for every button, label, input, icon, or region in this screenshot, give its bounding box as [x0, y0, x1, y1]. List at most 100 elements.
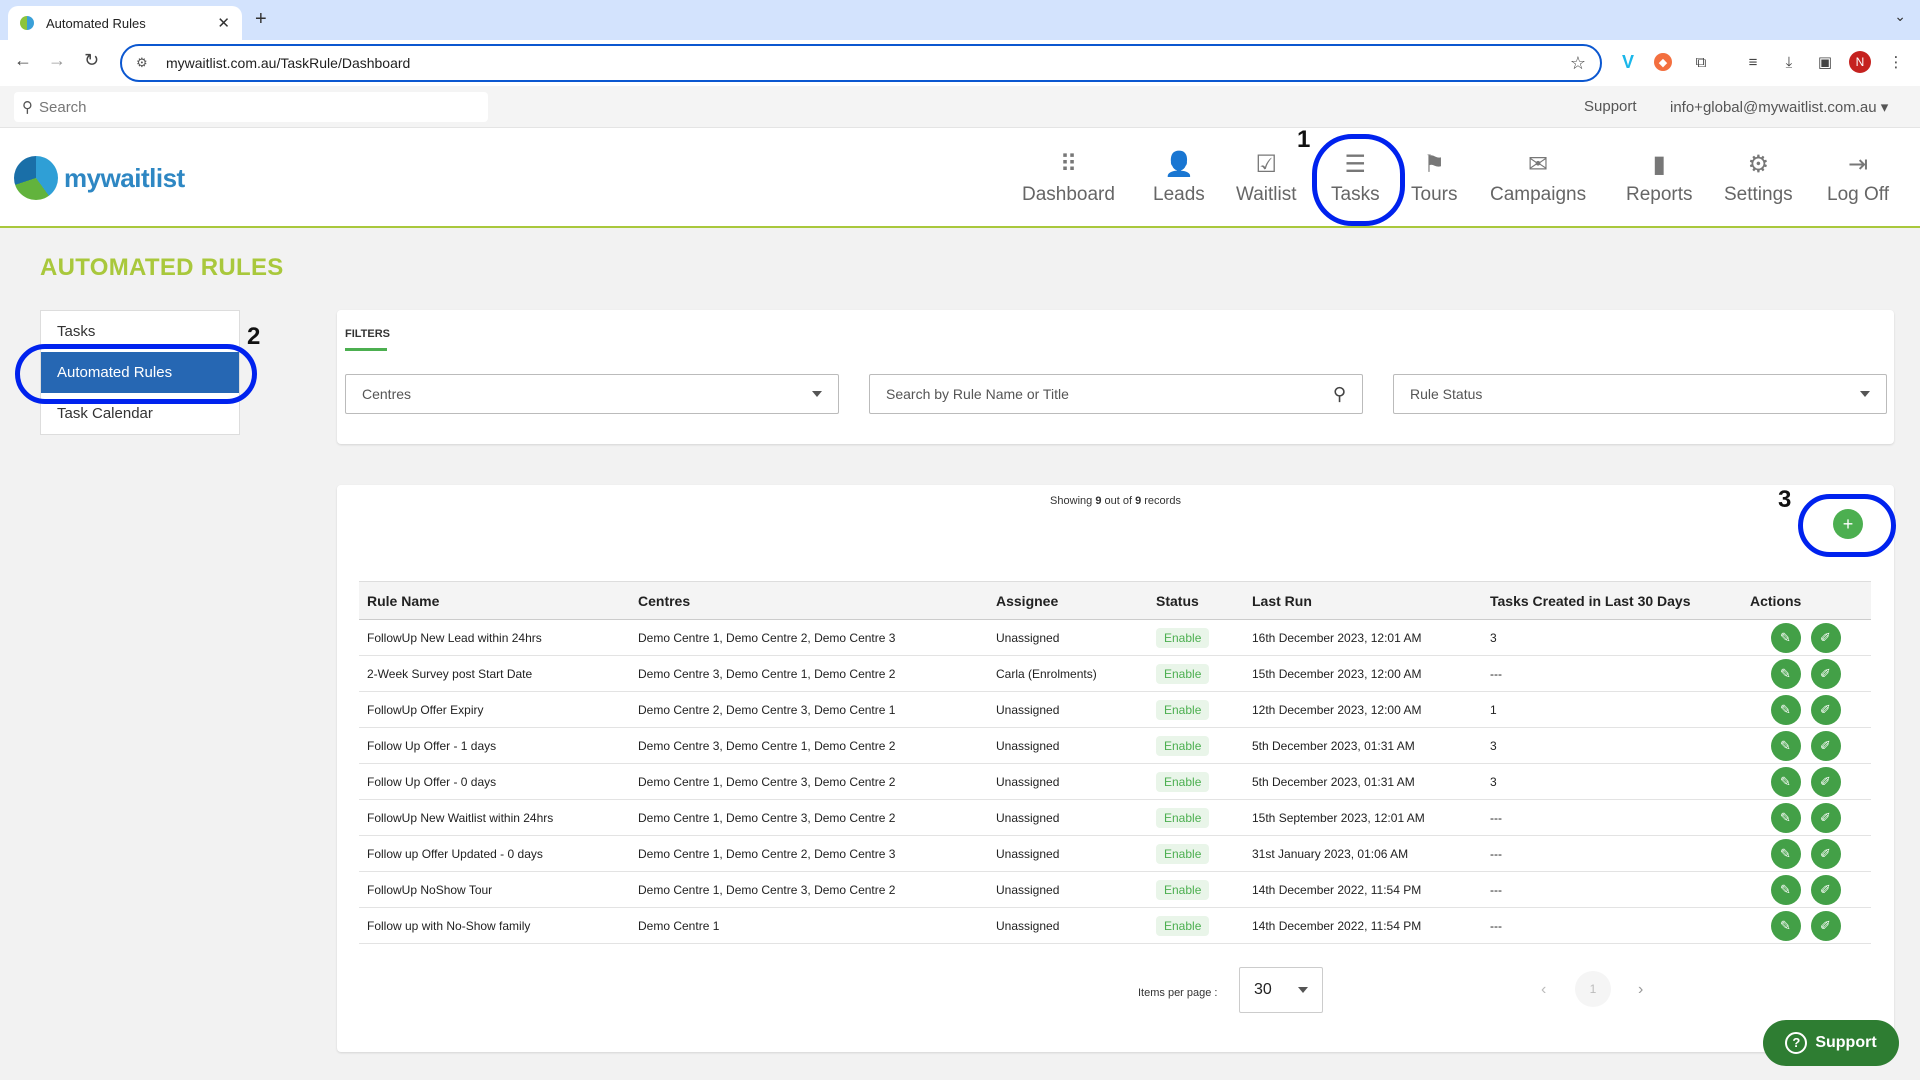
column-header-centres[interactable]: Centres	[630, 581, 988, 620]
view-rule-icon[interactable]: ✎	[1770, 802, 1801, 833]
edit-rule-icon[interactable]: ✐	[1810, 802, 1841, 833]
view-rule-icon[interactable]: ✎	[1770, 910, 1801, 941]
close-tab-icon[interactable]: ✕	[217, 14, 230, 32]
nav-logoff[interactable]: ⇥ Log Off	[1827, 150, 1889, 206]
chevron-down-icon	[812, 391, 822, 397]
edit-rule-icon[interactable]: ✐	[1810, 730, 1841, 761]
table-header-row: Rule Name Centres Assignee Status Last R…	[359, 581, 1871, 620]
nav-dashboard[interactable]: ⠿ Dashboard	[1022, 150, 1115, 206]
edit-rule-icon[interactable]: ✐	[1810, 766, 1841, 797]
grid-icon: ⠿	[1059, 151, 1078, 178]
status-badge: Enable	[1156, 915, 1210, 936]
extensions-puzzle-icon[interactable]: ⧉	[1690, 51, 1712, 73]
view-rule-icon[interactable]: ✎	[1770, 874, 1801, 905]
centres-select[interactable]: Centres	[345, 374, 839, 414]
items-per-page-value: 30	[1254, 981, 1272, 998]
edit-rule-icon[interactable]: ✐	[1810, 838, 1841, 869]
cell-status: Enable	[1148, 727, 1244, 764]
table-row[interactable]: FollowUp New Lead within 24hrs Demo Centr…	[359, 619, 1871, 656]
current-page-button[interactable]: 1	[1575, 971, 1611, 1007]
items-per-page-select[interactable]: 30	[1239, 967, 1323, 1013]
column-header-tasks-created[interactable]: Tasks Created in Last 30 Days	[1482, 581, 1750, 620]
cell-assignee: Unassigned	[988, 835, 1148, 872]
column-header-status[interactable]: Status	[1148, 581, 1244, 620]
cell-assignee: Unassigned	[988, 799, 1148, 836]
cell-tasks-created: 3	[1482, 763, 1750, 800]
nav-leads-label: Leads	[1153, 184, 1205, 205]
table-row[interactable]: Follow Up Offer - 0 days Demo Centre 1, D…	[359, 763, 1871, 800]
profile-avatar[interactable]: N	[1849, 51, 1871, 73]
cell-last-run: 14th December 2022, 11:54 PM	[1244, 907, 1482, 944]
edit-rule-icon[interactable]: ✐	[1810, 874, 1841, 905]
support-link[interactable]: Support	[1584, 98, 1637, 115]
table-row[interactable]: 2-Week Survey post Start Date Demo Centre…	[359, 655, 1871, 692]
edit-rule-icon[interactable]: ✐	[1810, 658, 1841, 689]
table-row[interactable]: FollowUp New Waitlist within 24hrs Demo C…	[359, 799, 1871, 836]
edit-rule-icon[interactable]: ✐	[1810, 694, 1841, 725]
nav-reports[interactable]: ▮ Reports	[1626, 150, 1693, 206]
view-rule-icon[interactable]: ✎	[1770, 694, 1801, 725]
orange-extension-icon[interactable]: ◆	[1654, 53, 1672, 71]
account-menu[interactable]: info+global@mywaitlist.com.au ▾	[1670, 98, 1888, 116]
cell-last-run: 12th December 2023, 12:00 AM	[1244, 691, 1482, 728]
annotation-ring-tasks	[1312, 134, 1405, 226]
table-row[interactable]: Follow up Offer Updated - 0 days Demo Cen…	[359, 835, 1871, 872]
nav-waitlist-label: Waitlist	[1236, 184, 1297, 205]
view-rule-icon[interactable]: ✎	[1770, 622, 1801, 653]
cell-rule-name: Follow up Offer Updated - 0 days	[359, 835, 630, 872]
address-bar[interactable]: ⚙ mywaitlist.com.au/TaskRule/Dashboard ☆	[120, 44, 1602, 82]
vimeo-extension-icon[interactable]: V	[1617, 51, 1639, 73]
reload-icon[interactable]: ↻	[84, 50, 99, 71]
annotation-ring-automated-rules	[15, 344, 257, 404]
edit-rule-icon[interactable]: ✐	[1810, 622, 1841, 653]
nav-leads[interactable]: 👤 Leads	[1153, 150, 1205, 206]
column-header-rule-name[interactable]: Rule Name	[359, 581, 630, 620]
nav-waitlist[interactable]: ☑ Waitlist	[1236, 150, 1297, 206]
side-panel-icon[interactable]: ▣	[1814, 51, 1836, 73]
back-icon[interactable]: ←	[14, 50, 32, 71]
view-rule-icon[interactable]: ✎	[1770, 838, 1801, 869]
table-row[interactable]: Follow up with No-Show family Demo Centre…	[359, 907, 1871, 944]
browser-menu-icon[interactable]: ⋮	[1885, 51, 1907, 73]
logo[interactable]: mywaitlist	[14, 156, 185, 200]
view-rule-icon[interactable]: ✎	[1770, 658, 1801, 689]
column-header-assignee[interactable]: Assignee	[988, 581, 1148, 620]
table-row[interactable]: Follow Up Offer - 1 days Demo Centre 3, D…	[359, 727, 1871, 764]
tab-search-icon[interactable]: ⌄	[1894, 8, 1906, 25]
previous-page-icon[interactable]: ‹	[1541, 981, 1546, 999]
rule-search-input[interactable]: Search by Rule Name or Title ⚲	[869, 374, 1363, 414]
global-search-input[interactable]: ⚲ Search	[14, 92, 488, 122]
bookmark-star-icon[interactable]: ☆	[1570, 53, 1586, 74]
next-page-icon[interactable]: ›	[1638, 981, 1643, 999]
column-header-last-run[interactable]: Last Run	[1244, 581, 1482, 620]
cell-centres: Demo Centre 1	[630, 907, 988, 944]
edit-rule-icon[interactable]: ✐	[1810, 910, 1841, 941]
view-rule-icon[interactable]: ✎	[1770, 766, 1801, 797]
table-row[interactable]: FollowUp Offer Expiry Demo Centre 2, Demo…	[359, 691, 1871, 728]
support-chat-button[interactable]: ? Support	[1763, 1020, 1899, 1066]
download-icon[interactable]: ⤓	[1778, 51, 1800, 73]
forward-icon[interactable]: →	[48, 50, 66, 71]
rule-status-select[interactable]: Rule Status	[1393, 374, 1887, 414]
nav-tours[interactable]: ⚑ Tours	[1411, 150, 1457, 206]
table-row[interactable]: FollowUp NoShow Tour Demo Centre 1, Demo …	[359, 871, 1871, 908]
rules-table-card: Showing 9 out of 9 records + Rule Name C…	[337, 485, 1894, 1052]
site-settings-icon[interactable]: ⚙	[136, 55, 152, 71]
nav-campaigns[interactable]: ✉ Campaigns	[1490, 150, 1586, 206]
cell-assignee: Unassigned	[988, 691, 1148, 728]
browser-tab[interactable]: Automated Rules ✕	[8, 6, 242, 40]
cell-tasks-created: ---	[1482, 799, 1750, 836]
new-tab-icon[interactable]: +	[255, 8, 267, 31]
cell-tasks-created: 1	[1482, 691, 1750, 728]
status-badge: Enable	[1156, 663, 1210, 684]
media-queue-icon[interactable]: ≡	[1742, 51, 1764, 73]
cell-rule-name: Follow Up Offer - 0 days	[359, 763, 630, 800]
app-topstrip: ⚲ Search Support info+global@mywaitlist.…	[0, 86, 1920, 128]
help-icon: ?	[1785, 1032, 1808, 1054]
cell-actions: ✎ ✐	[1750, 655, 1871, 692]
search-icon: ⚲	[22, 99, 33, 116]
nav-settings[interactable]: ⚙ Settings	[1724, 150, 1793, 206]
cell-assignee: Unassigned	[988, 727, 1148, 764]
search-icon[interactable]: ⚲	[1333, 384, 1346, 405]
view-rule-icon[interactable]: ✎	[1770, 730, 1801, 761]
